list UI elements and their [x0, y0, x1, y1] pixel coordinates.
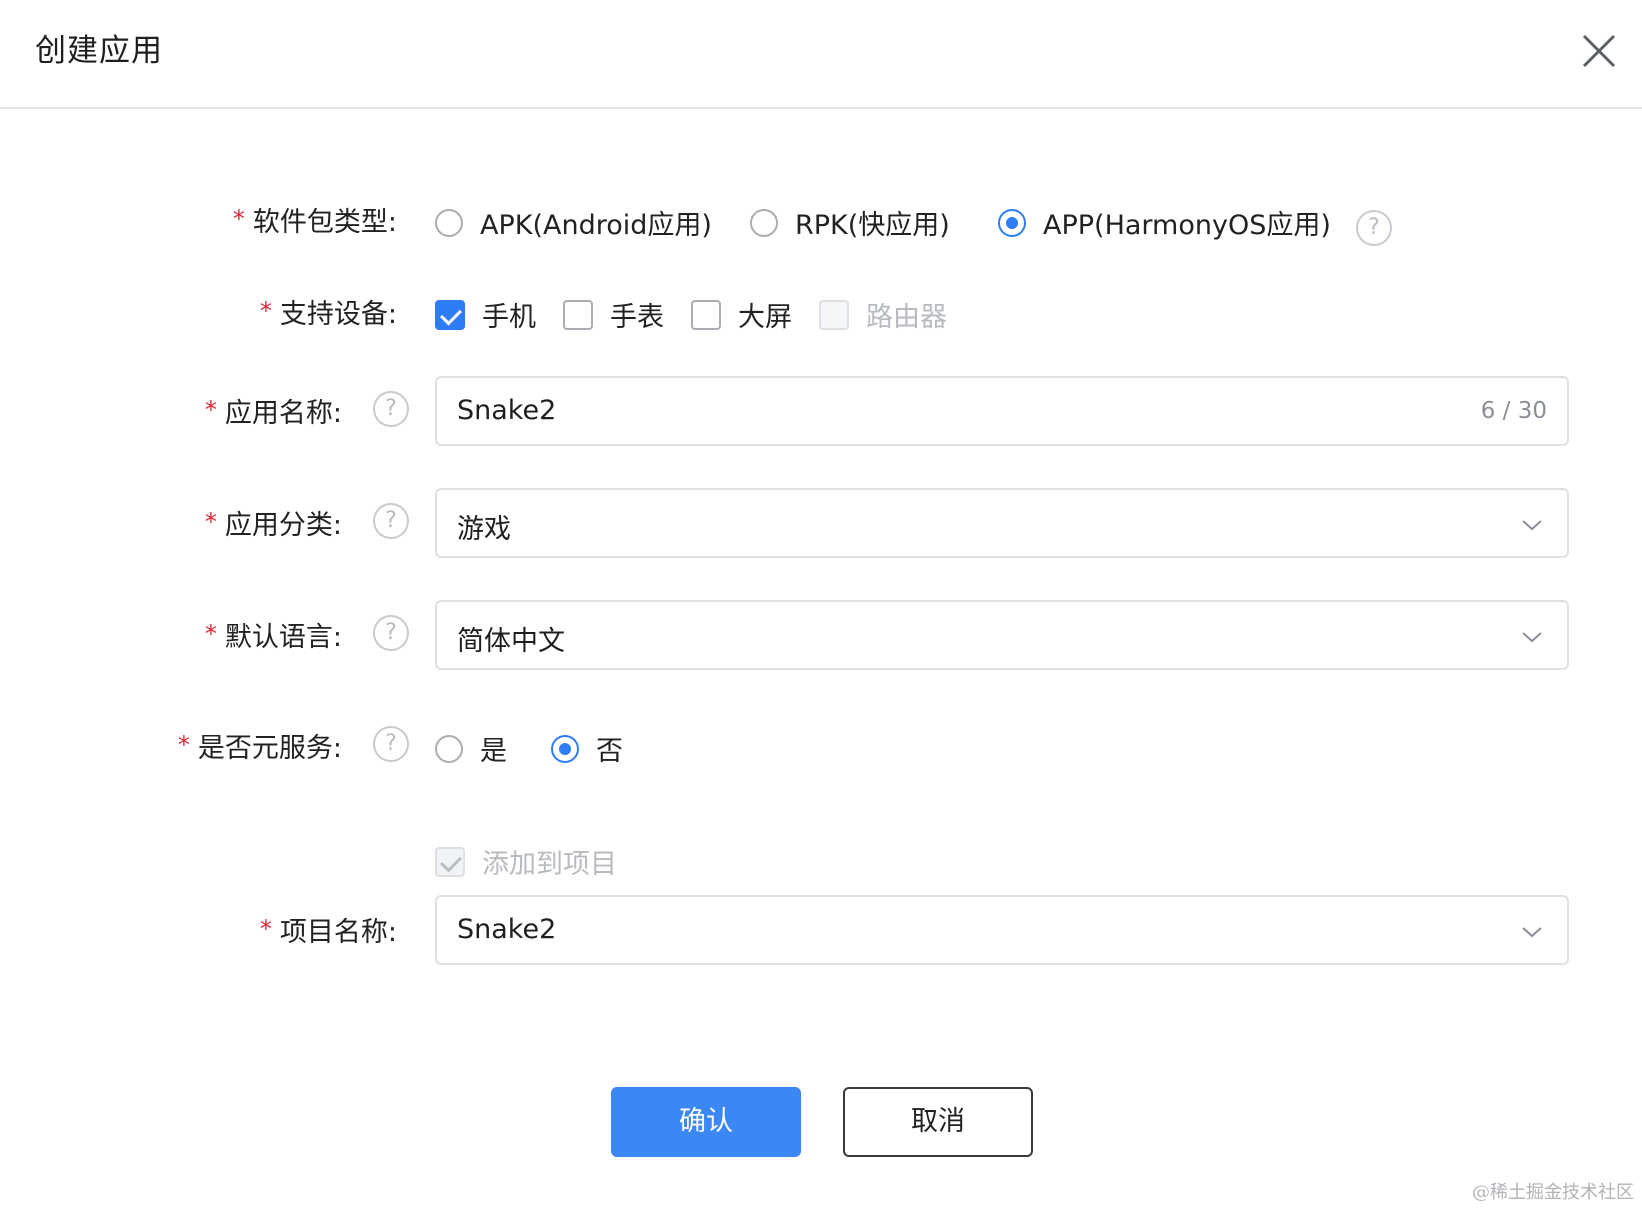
checkbox-screen[interactable]: 大屏	[691, 295, 792, 334]
radio-circle-selected[interactable]	[998, 208, 1026, 237]
radio-app[interactable]: APP(HarmonyOS应用)	[998, 203, 1331, 242]
project-name-value: Snake2	[457, 914, 557, 945]
radio-yes[interactable]: 是	[435, 729, 507, 768]
help-icon[interactable]: ?	[373, 391, 409, 427]
radio-circle-selected[interactable]	[551, 734, 579, 763]
radio-apk[interactable]: APK(Android应用)	[435, 203, 712, 242]
app-name-label: * 应用名称:	[204, 396, 342, 429]
help-icon[interactable]: ?	[1356, 210, 1392, 246]
help-icon[interactable]: ?	[373, 615, 409, 651]
category-select[interactable]: 游戏	[435, 488, 1569, 558]
cancel-button[interactable]: 取消	[843, 1087, 1033, 1157]
radio-no[interactable]: 否	[551, 729, 623, 768]
category-value: 游戏	[457, 514, 511, 545]
project-name-select[interactable]: Snake2	[435, 895, 1569, 965]
checkbox-phone[interactable]: 手机	[435, 295, 536, 334]
chevron-down-icon	[1522, 632, 1542, 643]
language-select[interactable]: 简体中文	[435, 600, 1569, 670]
radio-circle[interactable]	[435, 734, 463, 763]
atomic-service-label: * 是否元服务:	[177, 731, 342, 764]
watermark: @稀土掘金技术社区	[1472, 1182, 1634, 1203]
checkbox-add-to-project: 添加到项目	[435, 842, 617, 881]
radio-circle[interactable]	[435, 208, 463, 237]
checkbox-box-disabled-checked	[435, 846, 465, 877]
close-icon[interactable]	[1578, 30, 1620, 72]
help-icon[interactable]: ?	[373, 503, 409, 539]
checkbox-box-disabled	[819, 299, 849, 330]
radio-rpk[interactable]: RPK(快应用)	[750, 203, 950, 242]
language-value: 简体中文	[457, 626, 565, 657]
radio-circle[interactable]	[750, 208, 778, 237]
app-name-input[interactable]: Snake2 6 / 30	[435, 376, 1569, 446]
help-icon[interactable]: ?	[373, 726, 409, 762]
confirm-button[interactable]: 确认	[611, 1087, 801, 1157]
char-counter: 6 / 30	[1480, 398, 1547, 424]
app-name-value: Snake2	[457, 395, 557, 426]
checkbox-watch[interactable]: 手表	[563, 295, 664, 334]
package-type-label: * 软件包类型:	[232, 205, 397, 238]
dialog-header: 创建应用	[0, 0, 1642, 109]
devices-label: * 支持设备:	[259, 297, 397, 330]
category-label: * 应用分类:	[204, 508, 342, 541]
dialog-title: 创建应用	[35, 33, 163, 69]
chevron-down-icon	[1522, 520, 1542, 531]
checkbox-box-checked[interactable]	[435, 299, 465, 330]
project-name-label: * 项目名称:	[259, 915, 397, 948]
chevron-down-icon	[1522, 927, 1542, 938]
checkbox-box[interactable]	[563, 299, 593, 330]
language-label: * 默认语言:	[204, 620, 342, 653]
checkbox-router: 路由器	[819, 295, 947, 334]
checkbox-box[interactable]	[691, 299, 721, 330]
